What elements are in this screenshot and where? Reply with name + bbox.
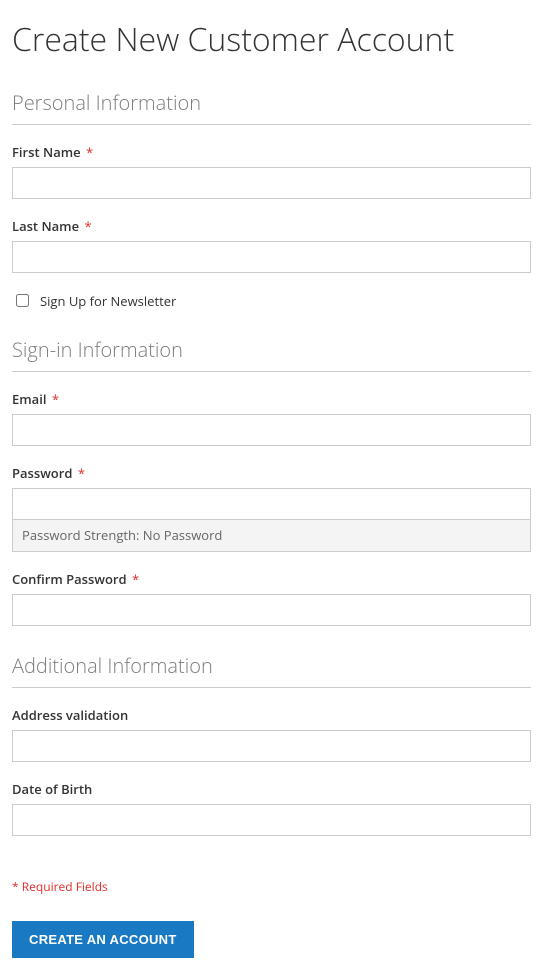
address-validation-label: Address validation — [12, 706, 531, 724]
dob-label-text: Date of Birth — [12, 780, 92, 798]
last-name-label-text: Last Name — [12, 217, 79, 235]
address-validation-input[interactable] — [12, 730, 531, 762]
first-name-label: First Name * — [12, 143, 531, 161]
password-strength-prefix: Password Strength: — [22, 526, 143, 544]
first-name-label-text: First Name — [12, 143, 81, 161]
field-last-name: Last Name * — [12, 217, 531, 273]
confirm-password-label-text: Confirm Password — [12, 570, 127, 588]
newsletter-label: Sign Up for Newsletter — [40, 292, 176, 310]
email-label-text: Email — [12, 390, 46, 408]
address-validation-label-text: Address validation — [12, 706, 128, 724]
required-marker: * — [52, 390, 59, 408]
email-input[interactable] — [12, 414, 531, 446]
confirm-password-label: Confirm Password * — [12, 570, 531, 588]
page-title: Create New Customer Account — [12, 18, 531, 61]
last-name-label: Last Name * — [12, 217, 531, 235]
first-name-input[interactable] — [12, 167, 531, 199]
dob-label: Date of Birth — [12, 780, 531, 798]
create-account-button[interactable]: Create an Account — [12, 921, 194, 958]
newsletter-checkbox[interactable] — [16, 294, 29, 307]
field-address-validation: Address validation — [12, 706, 531, 762]
field-newsletter: Sign Up for Newsletter — [12, 291, 531, 310]
required-marker: * — [84, 217, 91, 235]
field-confirm-password: Confirm Password * — [12, 570, 531, 626]
field-email: Email * — [12, 390, 531, 446]
confirm-password-input[interactable] — [12, 594, 531, 626]
field-first-name: First Name * — [12, 143, 531, 199]
dob-input[interactable] — [12, 804, 531, 836]
field-dob: Date of Birth — [12, 780, 531, 836]
email-label: Email * — [12, 390, 531, 408]
required-marker: * — [86, 143, 93, 161]
last-name-input[interactable] — [12, 241, 531, 273]
section-personal-legend: Personal Information — [12, 89, 531, 125]
section-signin-legend: Sign-in Information — [12, 336, 531, 372]
password-label: Password * — [12, 464, 531, 482]
password-label-text: Password — [12, 464, 72, 482]
field-password: Password * — [12, 464, 531, 520]
required-marker: * — [132, 570, 139, 588]
password-strength-meter: Password Strength: No Password — [12, 519, 531, 552]
section-additional-legend: Additional Information — [12, 652, 531, 688]
required-marker: * — [78, 464, 85, 482]
required-fields-note: * Required Fields — [12, 878, 531, 895]
password-strength-value: No Password — [143, 526, 223, 544]
password-input[interactable] — [12, 488, 531, 520]
